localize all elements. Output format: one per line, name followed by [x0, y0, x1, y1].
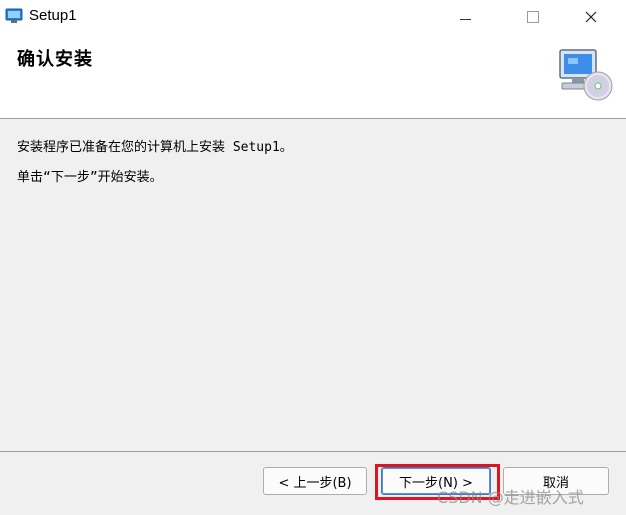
- window-title: Setup1: [29, 7, 77, 24]
- footer-divider: [0, 451, 626, 452]
- title-bar[interactable]: Setup1: [0, 0, 626, 34]
- instruction-message: 单击“下一步”开始安装。: [17, 170, 163, 185]
- close-icon: [585, 11, 597, 23]
- close-button[interactable]: [568, 0, 614, 34]
- minimize-button[interactable]: [442, 0, 488, 34]
- back-button[interactable]: < 上一步(B): [263, 467, 367, 495]
- computer-cd-icon: [559, 49, 613, 101]
- header-band: 确认安装: [0, 34, 626, 119]
- maximize-button[interactable]: [510, 0, 556, 34]
- minimize-icon: [459, 18, 471, 20]
- ready-message: 安装程序已准备在您的计算机上安装 Setup1。: [17, 140, 293, 155]
- maximize-icon: [527, 11, 539, 23]
- setup-installer-icon: [5, 8, 23, 23]
- installer-window: Setup1 确认安装 安装程序已准备在您的计算机上安装 Setup1。 单击“…: [0, 0, 626, 515]
- content-area: 安装程序已准备在您的计算机上安装 Setup1。 单击“下一步”开始安装。: [0, 119, 626, 449]
- page-title: 确认安装: [17, 49, 93, 70]
- watermark-text: CSDN @走进嵌入式: [437, 488, 584, 507]
